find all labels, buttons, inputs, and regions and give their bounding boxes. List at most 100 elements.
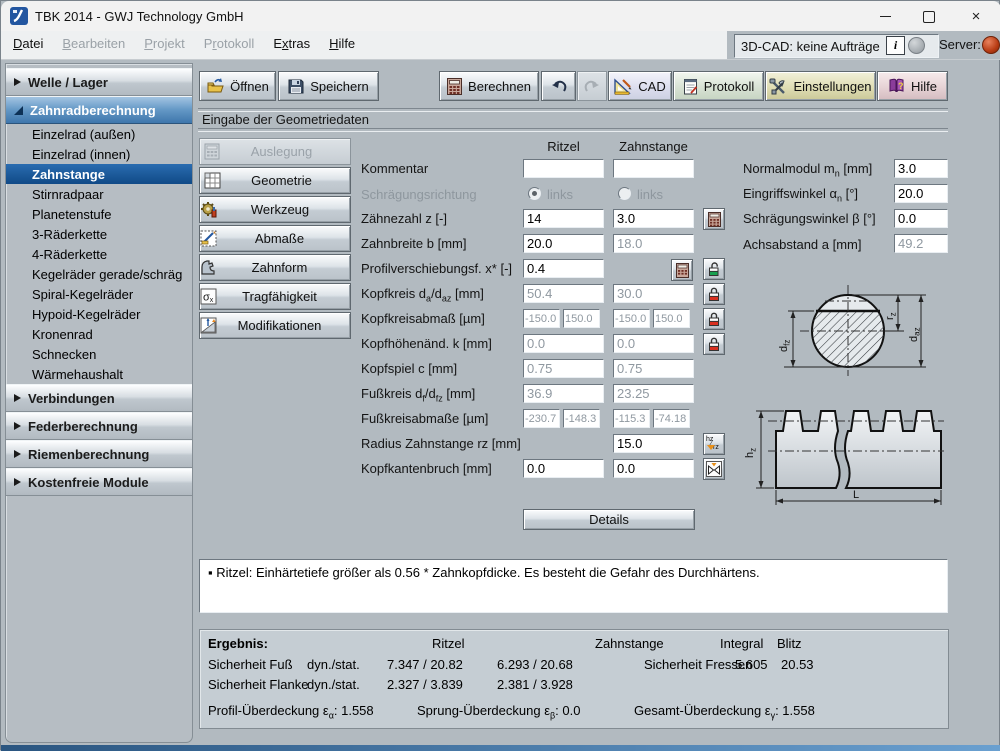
results-fuss-mode: dyn./stat. [307, 657, 360, 672]
sidebar-item-kronenrad[interactable]: Kronenrad [6, 324, 192, 344]
sidebar-item-spiral-kegelraeder[interactable]: Spiral-Kegelräder [6, 284, 192, 304]
sidebar-item-3-raederkette[interactable]: 3-Räderkette [6, 224, 192, 244]
help-button[interactable]: ? Hilfe [877, 71, 948, 101]
kopfkreis-lock-button[interactable] [703, 283, 725, 305]
normalmodul-field[interactable] [894, 159, 948, 178]
hz-dimension-label: hz [744, 448, 758, 458]
label-schraegungsrichtung: Schrägungsrichtung [361, 187, 477, 202]
sidebar-section-zahnradberechnung[interactable]: Zahnradberechnung [6, 96, 192, 124]
profilverschiebung-ritzel-field[interactable] [523, 259, 604, 278]
kopfkantenbruch-zahnstange-field[interactable] [613, 459, 694, 478]
column-header-ritzel: Ritzel [547, 139, 580, 154]
results-flanke-zahnstange: 2.381 / 3.928 [497, 677, 573, 692]
sidebar-section-verbindungen[interactable]: Verbindungen [6, 384, 192, 412]
statusbar-right: 3D-CAD: keine Aufträge i Server: [727, 31, 1000, 59]
label-achsabstand: Achsabstand a [mm] [743, 237, 862, 252]
calculate-button[interactable]: Berechnen [439, 71, 539, 101]
undo-button[interactable] [541, 71, 576, 101]
close-button[interactable]: × [959, 7, 993, 26]
radius-zahnstange-field[interactable] [613, 434, 694, 453]
results-flanke-label: Sicherheit Flanke [208, 677, 309, 692]
settings-tools-icon [769, 78, 786, 94]
label-kopfhoehenaenderung: Kopfhöhenänd. k [mm] [361, 336, 492, 351]
nav-button-zahnform[interactable]: Zahnform [199, 254, 351, 281]
zahnbreite-ritzel-field[interactable] [523, 234, 604, 253]
kopfkantenbruch-option-button[interactable] [703, 458, 725, 480]
sidebar-item-einzelrad-aussen[interactable]: Einzelrad (außen) [6, 124, 192, 144]
save-button[interactable]: Speichern [278, 71, 379, 101]
kommentar-ritzel-field[interactable] [523, 159, 604, 178]
sidebar-section-federberechnung[interactable]: Federberechnung [6, 412, 192, 440]
nav-button-geometrie[interactable]: Geometrie [199, 167, 351, 194]
window-bottom-edge [1, 745, 1000, 751]
calculator-icon [675, 262, 689, 278]
collapsed-arrow-icon [14, 478, 21, 486]
sidebar-item-schnecken[interactable]: Schnecken [6, 344, 192, 364]
warning-box: ▪ Ritzel: Einhärtetiefe größer als 0.56 … [199, 559, 948, 613]
info-button[interactable]: i [886, 36, 905, 55]
hz-rz-toggle-button[interactable]: hz ⁄ rz [703, 433, 725, 455]
sidebar-item-hypoid-kegelraeder[interactable]: Hypoid-Kegelräder [6, 304, 192, 324]
profilverschiebung-calculator-button[interactable] [671, 259, 693, 281]
schraegungswinkel-field[interactable] [894, 209, 948, 228]
kopfkantenbruch-ritzel-field[interactable] [523, 459, 604, 478]
auslegung-icon [204, 143, 220, 160]
zaehnezahl-zahnstange-field[interactable] [613, 209, 694, 228]
undo-icon [551, 80, 566, 92]
label-schraegungswinkel: Schrägungswinkel β [°] [743, 211, 876, 226]
kopfhoehe-ritzel-field [523, 334, 604, 353]
sidebar-item-4-raederkette[interactable]: 4-Räderkette [6, 244, 192, 264]
menu-protokoll: Protokoll [203, 36, 255, 51]
sidebar-item-zahnstange[interactable]: Zahnstange [6, 164, 192, 184]
cad-button[interactable]: CAD [608, 71, 672, 101]
eingriffswinkel-field[interactable] [894, 184, 948, 203]
menu-datei[interactable]: Datei [11, 31, 45, 56]
zaehnezahl-ritzel-field[interactable] [523, 209, 604, 228]
label-zahnbreite: Zahnbreite b [mm] [361, 236, 467, 251]
sidebar-item-kegelraeder[interactable]: Kegelräder gerade/schräg [6, 264, 192, 284]
kopfhoehe-lock-button[interactable] [703, 333, 725, 355]
length-dimension-label: L [853, 489, 859, 501]
expanded-arrow-icon [14, 105, 23, 115]
sidebar-item-waermehaushalt[interactable]: Wärmehaushalt [6, 364, 192, 384]
nav-button-tragfaehigkeit[interactable]: σx Tragfähigkeit [199, 283, 351, 310]
maximize-button[interactable] [912, 7, 946, 26]
settings-button[interactable]: Einstellungen [765, 71, 876, 101]
collapsed-arrow-icon [14, 78, 21, 86]
protocol-button[interactable]: Protokoll [673, 71, 764, 101]
sidebar-section-welle-lager[interactable]: Welle / Lager [6, 68, 192, 96]
menu-hilfe[interactable]: Hilfe [327, 31, 357, 56]
results-fuss-zahnstange: 6.293 / 20.68 [497, 657, 573, 672]
results-fuss-ritzel: 7.347 / 20.82 [387, 657, 463, 672]
sidebar-item-einzelrad-innen[interactable]: Einzelrad (innen) [6, 144, 192, 164]
app-logo-icon [10, 7, 28, 25]
fusskreisabmasse-zahnstange-min-field [613, 409, 650, 428]
menu-extras[interactable]: Extras [271, 31, 312, 56]
lock-open-green-icon [709, 261, 719, 276]
results-sprung-ueberdeckung: Sprung-Überdeckung εβ: 0.0 [417, 703, 581, 721]
kommentar-zahnstange-field[interactable] [613, 159, 694, 178]
sidebar-item-stirnradpaar[interactable]: Stirnradpaar [6, 184, 192, 204]
sidebar-section-riemenberechnung[interactable]: Riemenberechnung [6, 440, 192, 468]
results-gesamt-ueberdeckung: Gesamt-Überdeckung εγ: 1.558 [634, 703, 815, 721]
kopfkreis-zahnstange-field [613, 284, 694, 303]
minimize-button[interactable] [868, 7, 902, 26]
menu-projekt: Projekt [144, 36, 185, 51]
collapsed-arrow-icon [14, 422, 21, 430]
sidebar-section-kostenfreie-module[interactable]: Kostenfreie Module [6, 468, 192, 496]
nav-button-werkzeug[interactable]: Werkzeug [199, 196, 351, 223]
kopfkreisabmass-lock-button[interactable] [703, 308, 725, 330]
nav-button-abmasse[interactable]: Abmaße [199, 225, 351, 252]
sidebar-item-planetenstufe[interactable]: Planetenstufe [6, 204, 192, 224]
nav-button-modifikationen[interactable]: Modifikationen [199, 312, 351, 339]
radio-links-ritzel [528, 187, 541, 200]
label-eingriffswinkel: Eingriffswinkel αn [°] [743, 186, 859, 204]
fusskreisabmasse-ritzel-max-field [563, 409, 600, 428]
profilverschiebung-unlock-button[interactable] [703, 258, 725, 280]
zaehnezahl-calculator-button[interactable] [703, 208, 725, 230]
results-col-zahnstange: Zahnstange [595, 636, 664, 651]
geometrie-grid-icon [204, 172, 221, 189]
open-folder-icon [207, 78, 224, 93]
details-button[interactable]: Details [523, 509, 695, 530]
open-button[interactable]: Öffnen [199, 71, 276, 101]
